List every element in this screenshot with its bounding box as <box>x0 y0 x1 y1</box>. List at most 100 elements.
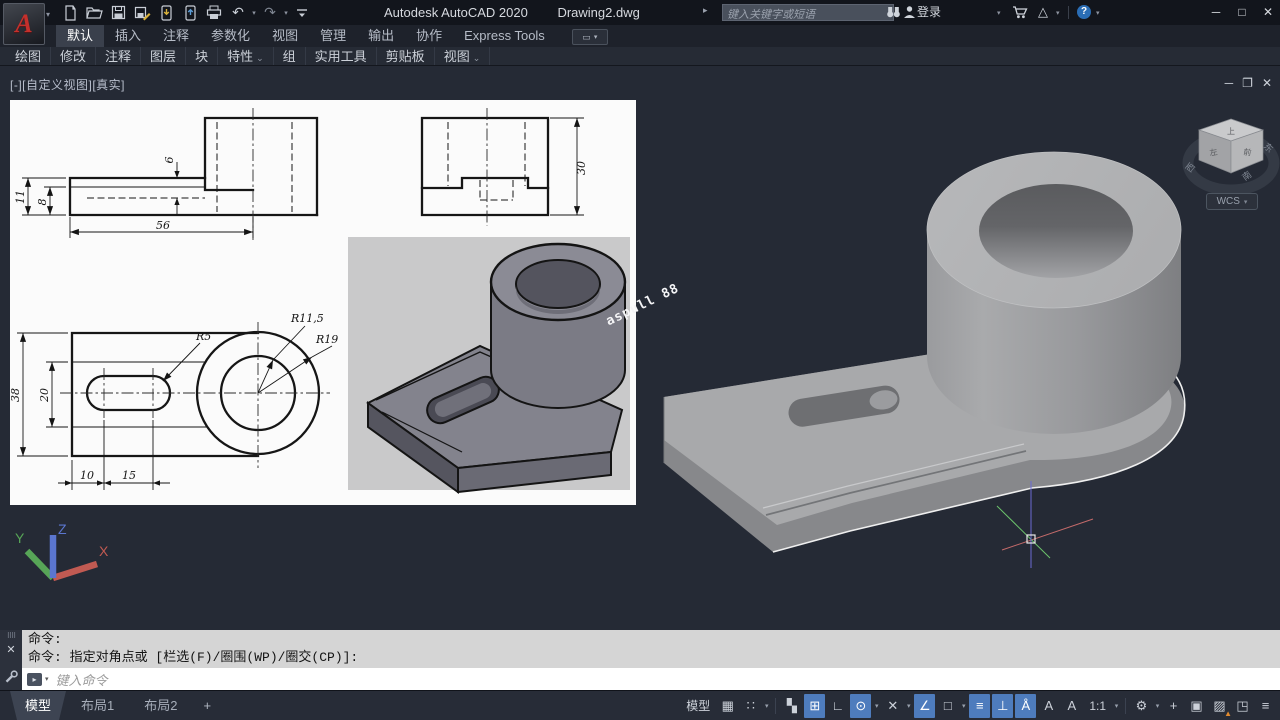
osnap-toggle[interactable]: □ <box>937 694 958 718</box>
viewcube-left-face-label[interactable]: 左 <box>1209 146 1219 157</box>
clean-screen-button[interactable]: ◳ <box>1232 694 1253 718</box>
tab-model[interactable]: 模型 <box>10 691 66 720</box>
plot-button[interactable] <box>202 4 226 22</box>
save-button[interactable] <box>106 4 130 22</box>
help-caret-icon[interactable]: ▾ <box>1096 9 1100 17</box>
ribbon-tab-manage[interactable]: 管理 <box>309 25 357 47</box>
panel-layers[interactable]: 图层 <box>141 47 187 65</box>
model-space-view[interactable]: 西 南 东 上 左 前 X Y Z <box>0 67 1280 630</box>
ribbon-tab-default[interactable]: 默认 <box>56 25 105 47</box>
annotation-scale-value[interactable]: 1:1 <box>1084 694 1111 718</box>
viewcube-top-face-label[interactable]: 上 <box>1227 127 1235 136</box>
window-maximize-button[interactable]: □ <box>1230 0 1254 25</box>
lineweight-toggle[interactable]: ≡ <box>969 693 991 718</box>
undo-caret-icon[interactable]: ▾ <box>250 9 258 17</box>
ribbon-tab-parametric[interactable]: 参数化 <box>200 25 261 47</box>
window-close-button[interactable]: ✕ <box>1256 0 1280 25</box>
recent-commands-caret-icon[interactable]: ▾ <box>45 675 49 683</box>
undo-button[interactable]: ↶ <box>226 4 250 22</box>
panel-groups[interactable]: 组 <box>274 47 306 65</box>
customize-wrench-icon[interactable] <box>4 670 18 684</box>
panel-draw[interactable]: 绘图 <box>6 47 52 65</box>
ribbon-tab-view[interactable]: 视图 <box>261 25 309 47</box>
annotation-scale-button[interactable]: A <box>1061 694 1082 718</box>
dynamic-input-toggle[interactable]: ⊞ <box>804 693 826 718</box>
doc-minimize-button[interactable]: ─ <box>1225 76 1234 90</box>
polar-tracking-toggle[interactable]: ⊙ <box>850 693 872 718</box>
autoscale-toggle[interactable]: A <box>1038 694 1059 718</box>
ribbon-tab-collaborate[interactable]: 协作 <box>405 25 453 47</box>
doc-close-button[interactable]: ✕ <box>1262 76 1272 90</box>
polar-caret-icon[interactable]: ▾ <box>872 702 881 710</box>
viewport-controls[interactable]: [-][自定义视图][真实] <box>10 76 125 93</box>
panel-modify[interactable]: 修改 <box>51 47 97 65</box>
new-layout-button[interactable]: + <box>192 691 222 720</box>
app-menu-caret-icon[interactable]: ▾ <box>46 10 50 19</box>
a360-icon[interactable]: △ <box>1038 4 1048 20</box>
ribbon-tab-insert[interactable]: 插入 <box>104 25 152 47</box>
isodraft-toggle[interactable]: ✕ <box>882 694 903 718</box>
grid-toggle[interactable]: ▦ <box>717 694 738 718</box>
graphics-performance-button[interactable]: ▨ ▲ <box>1209 694 1232 718</box>
isodraft-caret-icon[interactable]: ▾ <box>904 702 913 710</box>
command-close-button[interactable]: ✕ <box>6 643 15 656</box>
help-search-input[interactable] <box>723 7 893 23</box>
ribbon-tab-output[interactable]: 输出 <box>357 25 405 47</box>
drawing-canvas[interactable]: 56 11 8 6 30 38 20 10 15 R5 R11,5 R19 西 … <box>0 67 1280 630</box>
command-prompt-icon[interactable]: ▸ <box>27 672 42 686</box>
panel-utilities[interactable]: 实用工具 <box>306 47 377 65</box>
new-file-button[interactable] <box>58 4 82 22</box>
signin-caret-icon[interactable]: ▾ <box>997 9 1001 17</box>
viewcube-front-face-label[interactable]: 前 <box>1243 146 1253 157</box>
command-input-placeholder[interactable]: 键入命令 <box>56 670 108 689</box>
app-menu-button[interactable]: A <box>3 3 45 45</box>
ribbon-tab-express-tools[interactable]: Express Tools <box>453 25 556 47</box>
ribbon-display-toggle-button[interactable]: ▭ ▾ <box>571 29 608 45</box>
workspace-caret-icon[interactable]: ▾ <box>1153 702 1162 710</box>
ortho-toggle[interactable]: ∟ <box>827 694 848 718</box>
save-as-button[interactable] <box>130 4 154 22</box>
qat-customize-button[interactable] <box>290 4 314 22</box>
doc-restore-button[interactable]: ❐ <box>1242 76 1253 90</box>
redo-caret-icon[interactable]: ▾ <box>282 9 290 17</box>
workspace-switching-button[interactable]: ⚙ <box>1131 694 1152 718</box>
redo-button[interactable]: ↷ <box>258 4 282 22</box>
compass-south-label[interactable]: 南 <box>1240 168 1254 182</box>
user-icon[interactable] <box>903 4 916 20</box>
panel-properties-flyout-icon[interactable]: ⌄ <box>256 53 264 63</box>
osnap-tracking-toggle[interactable]: ∠ <box>914 693 936 718</box>
command-history[interactable]: 命令: 命令: 指定对角点或 [栏选(F)/圈围(WP)/圈交(CP)]: <box>22 630 1280 668</box>
tab-layout2[interactable]: 布局2 <box>129 691 192 720</box>
osnap-caret-icon[interactable]: ▾ <box>959 702 968 710</box>
dynamic-ucs-toggle[interactable]: ⊥ <box>992 693 1014 718</box>
isolate-objects-button[interactable]: ▣ <box>1186 694 1207 718</box>
snap-caret-icon[interactable]: ▾ <box>762 702 771 710</box>
annotation-monitor-toggle[interactable]: + <box>1163 694 1184 718</box>
ucs-icon[interactable]: X Y Z <box>15 521 109 582</box>
viewcube[interactable]: 西 南 东 上 左 前 <box>1182 118 1280 196</box>
tab-layout1[interactable]: 布局1 <box>66 691 129 720</box>
infer-constraints-toggle[interactable]: ▚ <box>781 694 802 718</box>
panel-view-flyout-icon[interactable]: ⌄ <box>473 53 481 63</box>
window-minimize-button[interactable]: ─ <box>1204 0 1228 25</box>
open-from-web-mobile-button[interactable] <box>154 4 178 22</box>
panel-view[interactable]: 视图 ⌄ <box>435 47 491 65</box>
model-space-toggle[interactable]: 模型 <box>681 694 715 718</box>
command-input-row[interactable]: ▸ ▾ 键入命令 <box>22 668 1280 690</box>
search-icon[interactable] <box>886 4 901 20</box>
panel-properties[interactable]: 特性 ⌄ <box>218 47 274 65</box>
app-store-cart-icon[interactable] <box>1012 4 1028 20</box>
help-button[interactable]: ? <box>1077 4 1091 20</box>
annotation-visibility-toggle[interactable]: Å <box>1015 693 1037 718</box>
customization-button[interactable]: ≡ <box>1255 694 1276 718</box>
panel-block[interactable]: 块 <box>186 47 219 65</box>
a360-caret-icon[interactable]: ▾ <box>1056 9 1060 17</box>
wcs-button[interactable]: WCS ▾ <box>1206 193 1258 210</box>
help-search-box[interactable] <box>722 4 894 23</box>
open-file-button[interactable] <box>82 4 106 22</box>
sign-in-button[interactable]: 登录 <box>917 0 941 25</box>
ribbon-tab-annotate[interactable]: 注释 <box>152 25 200 47</box>
annotation-scale-caret-icon[interactable]: ▾ <box>1112 702 1121 710</box>
save-to-web-mobile-button[interactable] <box>178 4 202 22</box>
panel-clipboard[interactable]: 剪贴板 <box>377 47 435 65</box>
